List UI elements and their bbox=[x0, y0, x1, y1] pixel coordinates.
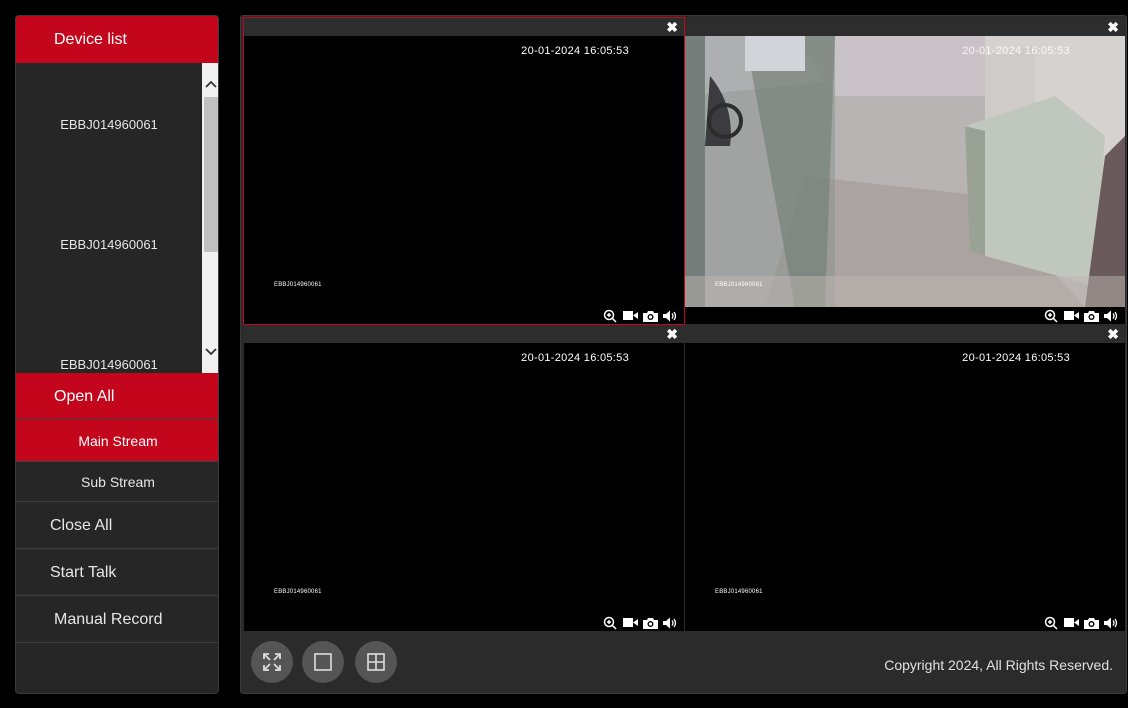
camera-id-label: EBBJ014960061 bbox=[274, 282, 322, 288]
video-feed: 20-01-2024 16:05:53 EBBJ014960061 bbox=[244, 343, 684, 614]
device-item[interactable]: EBBJ014960061 bbox=[16, 117, 202, 132]
camera-id-label: EBBJ014960061 bbox=[274, 589, 322, 595]
close-icon[interactable]: ✖ bbox=[1107, 325, 1119, 343]
quad-view-icon bbox=[367, 653, 385, 671]
video-pane-2[interactable]: ✖ 20-01-2024 16:05:53 EBBJ014960061 bbox=[685, 18, 1125, 324]
camera-id-label: EBBJ014960061 bbox=[715, 589, 763, 595]
video-timestamp: 20-01-2024 16:05:53 bbox=[521, 45, 629, 57]
video-pane-3[interactable]: ✖ 20-01-2024 16:05:53 EBBJ014960061 bbox=[244, 325, 684, 631]
video-feed: 20-01-2024 16:05:53 EBBJ014960061 bbox=[685, 36, 1125, 307]
device-list-scrollbar[interactable] bbox=[202, 63, 218, 373]
pane-toolbar bbox=[685, 307, 1125, 324]
camera-id-label: EBBJ014960061 bbox=[715, 282, 763, 288]
video-pane-4[interactable]: ✖ 20-01-2024 16:05:53 EBBJ014960061 bbox=[685, 325, 1125, 631]
speaker-icon[interactable] bbox=[1103, 308, 1119, 323]
zoom-in-icon[interactable] bbox=[1043, 615, 1059, 630]
video-record-icon[interactable] bbox=[1063, 308, 1079, 323]
device-item[interactable]: EBBJ014960061 bbox=[16, 237, 202, 252]
video-timestamp: 20-01-2024 16:05:53 bbox=[962, 45, 1070, 57]
close-icon[interactable]: ✖ bbox=[1107, 18, 1119, 36]
video-record-icon[interactable] bbox=[622, 308, 638, 323]
speaker-icon[interactable] bbox=[662, 308, 678, 323]
pane-toolbar bbox=[244, 614, 684, 631]
viewer-bottom-bar: Copyright 2024, All Rights Reserved. bbox=[241, 633, 1126, 693]
pane-titlebar: ✖ bbox=[244, 18, 684, 36]
video-pane-1[interactable]: ✖ 20-01-2024 16:05:53 EBBJ014960061 bbox=[243, 17, 685, 325]
sub-stream-button[interactable]: Sub Stream bbox=[16, 462, 218, 502]
pane-titlebar: ✖ bbox=[685, 18, 1125, 36]
video-feed: 20-01-2024 16:05:53 EBBJ014960061 bbox=[244, 36, 684, 307]
camera-snapshot-icon[interactable] bbox=[1083, 615, 1099, 630]
device-item[interactable]: EBBJ014960061 bbox=[16, 357, 202, 372]
camera-snapshot-icon[interactable] bbox=[1083, 308, 1099, 323]
copyright-text: Copyright 2024, All Rights Reserved. bbox=[884, 657, 1113, 673]
device-list-title: Device list bbox=[16, 16, 218, 63]
close-icon[interactable]: ✖ bbox=[666, 18, 678, 36]
sidebar: Device list EBBJ014960061 EBBJ014960061 … bbox=[15, 15, 219, 694]
camera-snapshot-icon[interactable] bbox=[642, 308, 658, 323]
pane-titlebar: ✖ bbox=[685, 325, 1125, 343]
single-view-button[interactable] bbox=[302, 641, 344, 683]
camera-snapshot-icon[interactable] bbox=[642, 615, 658, 630]
device-list: EBBJ014960061 EBBJ014960061 EBBJ01496006… bbox=[16, 63, 218, 373]
manual-record-button[interactable]: Manual Record bbox=[16, 596, 218, 643]
pane-titlebar: ✖ bbox=[244, 325, 684, 343]
quad-view-button[interactable] bbox=[355, 641, 397, 683]
video-timestamp: 20-01-2024 16:05:53 bbox=[962, 352, 1070, 364]
video-viewer: ✖ 20-01-2024 16:05:53 EBBJ014960061 ✖ 20… bbox=[240, 15, 1127, 694]
single-view-icon bbox=[314, 653, 332, 671]
scroll-down-icon[interactable] bbox=[202, 343, 218, 361]
zoom-in-icon[interactable] bbox=[602, 308, 618, 323]
open-all-button[interactable]: Open All bbox=[16, 373, 218, 420]
video-timestamp: 20-01-2024 16:05:53 bbox=[521, 352, 629, 364]
close-icon[interactable]: ✖ bbox=[666, 325, 678, 343]
fullscreen-button[interactable] bbox=[251, 641, 293, 683]
video-record-icon[interactable] bbox=[1063, 615, 1079, 630]
scroll-up-icon[interactable] bbox=[202, 75, 218, 93]
zoom-in-icon[interactable] bbox=[602, 615, 618, 630]
close-all-button[interactable]: Close All bbox=[16, 502, 218, 549]
video-feed: 20-01-2024 16:05:53 EBBJ014960061 bbox=[685, 343, 1125, 614]
start-talk-button[interactable]: Start Talk bbox=[16, 549, 218, 596]
pane-toolbar bbox=[244, 307, 684, 324]
speaker-icon[interactable] bbox=[662, 615, 678, 630]
main-stream-button[interactable]: Main Stream bbox=[16, 420, 218, 462]
video-record-icon[interactable] bbox=[622, 615, 638, 630]
scroll-thumb[interactable] bbox=[204, 97, 218, 252]
pane-toolbar bbox=[685, 614, 1125, 631]
speaker-icon[interactable] bbox=[1103, 615, 1119, 630]
fullscreen-icon bbox=[263, 653, 281, 671]
zoom-in-icon[interactable] bbox=[1043, 308, 1059, 323]
camera-scene-image bbox=[685, 36, 1125, 307]
